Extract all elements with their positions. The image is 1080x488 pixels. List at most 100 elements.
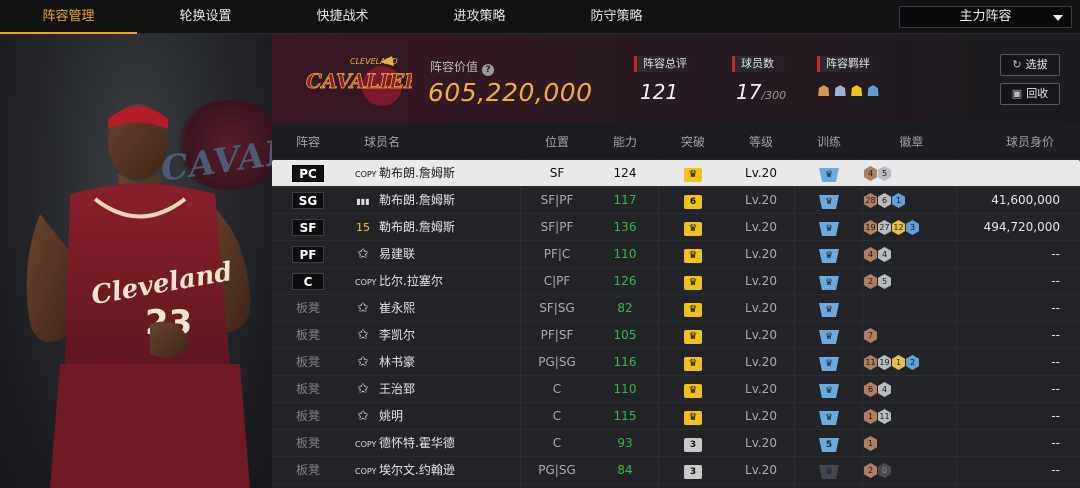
badge-hex-icon[interactable]: 1 xyxy=(892,193,905,208)
player-level: Lv.20 xyxy=(745,247,777,261)
table-row[interactable]: 板凳 ✩ 王治郅 C 110 ♛ Lv.20 ♛ 6 4 -- xyxy=(272,376,1080,403)
badge-hex-icon[interactable]: 0 xyxy=(878,463,891,478)
crown-icon[interactable]: ♛ xyxy=(684,276,702,290)
crown-icon[interactable]: ♛ xyxy=(684,384,702,398)
training-icon[interactable]: ♛ xyxy=(819,195,839,209)
badge-hex-icon[interactable]: 4 xyxy=(878,247,891,262)
player-name[interactable]: 比尔.拉塞尔 xyxy=(379,268,529,295)
badge-hex-icon[interactable]: 4 xyxy=(864,247,877,262)
col-name[interactable]: 球员名 xyxy=(352,133,412,150)
bond-icon[interactable]: ☗ xyxy=(850,82,863,100)
table-row[interactable]: SG ▮▮▮ 勒布朗.詹姆斯 SF|PF 117 6 Lv.20 ♛ 28 6 1 41,600,00… xyxy=(272,187,1080,214)
crown-icon[interactable]: 3 xyxy=(684,438,702,452)
col-breakthrough[interactable]: 突破 xyxy=(660,133,726,150)
bond-icon[interactable]: ☗ xyxy=(817,82,830,100)
training-icon[interactable]: ♛ xyxy=(819,384,839,398)
badge-hex-icon[interactable]: 2 xyxy=(906,355,919,370)
crown-icon[interactable]: 6 xyxy=(684,195,702,209)
badge-hex-icon[interactable]: 12 xyxy=(892,220,905,235)
table-row[interactable]: 板凳 ✩ 李凯尔 PF|SF 105 ♛ Lv.20 ♛ 7 -- xyxy=(272,322,1080,349)
tab-lineup-management[interactable]: 阵容管理 xyxy=(0,0,137,34)
col-training[interactable]: 训练 xyxy=(797,133,861,150)
crown-icon[interactable]: ♛ xyxy=(684,357,702,371)
badge-hex-icon[interactable]: 27 xyxy=(878,220,891,235)
training-icon[interactable]: ♛ xyxy=(819,357,839,371)
badge-hex-icon[interactable]: 1 xyxy=(864,436,877,451)
table-row[interactable]: 板凳 COPY 德怀特.霍华德 C 93 3 Lv.20 5 1 -- xyxy=(272,430,1080,457)
table-row[interactable]: PF ✩ 易建联 PF|C 110 ♛ Lv.20 ♛ 4 4 -- xyxy=(272,241,1080,268)
badge-hex-icon[interactable]: 6 xyxy=(864,382,877,397)
player-name[interactable]: 勒布朗.詹姆斯 xyxy=(379,160,529,187)
player-name[interactable]: 王治郅 xyxy=(379,376,529,403)
help-icon[interactable]: ? xyxy=(482,64,495,76)
player-name[interactable]: 勒布朗.詹姆斯 xyxy=(379,214,529,241)
col-slot[interactable]: 阵容 xyxy=(288,133,328,150)
training-icon[interactable]: ♛ xyxy=(819,276,839,290)
table-row[interactable]: PC COPY 勒布朗.詹姆斯 SF 124 ♛ Lv.20 ♛ 4 5 -- xyxy=(272,160,1080,187)
training-icon[interactable]: ♛ xyxy=(819,222,839,236)
bond-icon[interactable]: ☗ xyxy=(833,82,846,100)
badge-hex-icon[interactable]: 4 xyxy=(878,382,891,397)
training-icon[interactable]: ♛ xyxy=(819,465,839,479)
col-badges[interactable]: 徽章 xyxy=(864,133,959,150)
badge-hex-icon[interactable]: 5 xyxy=(878,274,891,289)
player-name[interactable]: 勒布朗.詹姆斯 xyxy=(379,187,529,214)
player-name[interactable]: 德怀特.霍华德 xyxy=(379,430,529,457)
table-row[interactable]: 板凳 ✩ 林书豪 PG|SG 116 ♛ Lv.20 ♛ 11 19 1 2 -- xyxy=(272,349,1080,376)
col-level[interactable]: 等级 xyxy=(728,133,794,150)
player-name[interactable]: 易建联 xyxy=(379,241,529,268)
badge-hex-icon[interactable]: 3 xyxy=(906,220,919,235)
bond-icons[interactable]: ☗ ☗ ☗ ☗ xyxy=(817,82,891,100)
crown-icon[interactable]: ♛ xyxy=(684,222,702,236)
crown-icon[interactable]: ♛ xyxy=(684,249,702,263)
badge-hex-icon[interactable]: 1 xyxy=(892,355,905,370)
table-row[interactable]: C COPY 比尔.拉塞尔 C|PF 126 ♛ Lv.20 ♛ 2 5 -- xyxy=(272,268,1080,295)
badge-hex-icon[interactable]: 7 xyxy=(864,328,877,343)
recycle-button[interactable]: ▣ 回收 xyxy=(1000,83,1060,105)
player-name[interactable]: 林书豪 xyxy=(379,349,529,376)
training-icon[interactable]: ♛ xyxy=(819,303,839,317)
player-name[interactable]: 李凯尔 xyxy=(379,322,529,349)
table-row[interactable]: 板凳 ✩ 崔永熙 SF|SG 82 ♛ Lv.20 ♛ -- xyxy=(272,295,1080,322)
badge-hex-icon[interactable]: 2 xyxy=(864,274,877,289)
select-button[interactable]: ↻ 选拔 xyxy=(1000,54,1060,76)
badge-hex-icon[interactable]: 28 xyxy=(864,193,877,208)
training-icon[interactable]: ♛ xyxy=(819,330,839,344)
badge-hex-icon[interactable]: 4 xyxy=(864,166,877,181)
badge-hex-icon[interactable]: 1 xyxy=(864,409,877,424)
player-level: Lv.20 xyxy=(745,355,777,369)
tab-offense-strategy[interactable]: 进攻策略 xyxy=(411,0,548,34)
player-name[interactable]: 埃尔文.约翰逊 xyxy=(379,457,529,484)
crown-icon[interactable]: ♛ xyxy=(684,303,702,317)
badge-hex-icon[interactable]: 6 xyxy=(878,193,891,208)
player-position: PG|SG xyxy=(538,355,576,369)
tab-rotation-settings[interactable]: 轮换设置 xyxy=(137,0,274,34)
badge-hex-icon[interactable]: 19 xyxy=(864,220,877,235)
badge-hex-icon[interactable]: 2 xyxy=(864,463,877,478)
col-ability[interactable]: 能力 xyxy=(594,133,656,150)
training-icon[interactable]: 5 xyxy=(819,438,839,452)
player-name[interactable]: 崔永熙 xyxy=(379,295,529,322)
table-row[interactable]: SF 15 勒布朗.詹姆斯 SF|PF 136 ♛ Lv.20 ♛ 19 27 12 3 494,720… xyxy=(272,214,1080,241)
training-icon[interactable]: ♛ xyxy=(819,249,839,263)
crown-icon[interactable]: ♛ xyxy=(684,411,702,425)
crown-icon[interactable]: ♛ xyxy=(684,330,702,344)
crown-icon[interactable]: ♛ xyxy=(684,168,702,182)
table-row[interactable]: 板凳 ✩ 姚明 C 115 ♛ Lv.20 ♛ 1 11 -- xyxy=(272,403,1080,430)
training-cell: ♛ xyxy=(797,241,861,268)
table-row[interactable]: 板凳 COPY 埃尔文.约翰逊 PG|SG 84 3 Lv.20 ♛ 2 0 -- xyxy=(272,457,1080,484)
col-position[interactable]: 位置 xyxy=(522,133,592,150)
badge-hex-icon[interactable]: 11 xyxy=(864,355,877,370)
player-name[interactable]: 姚明 xyxy=(379,403,529,430)
badge-hex-icon[interactable]: 11 xyxy=(878,409,891,424)
tab-defense-strategy[interactable]: 防守策略 xyxy=(548,0,685,34)
lineup-select-dropdown[interactable]: 主力阵容 xyxy=(899,6,1072,28)
training-icon[interactable]: ♛ xyxy=(819,168,839,182)
badge-hex-icon[interactable]: 5 xyxy=(878,166,891,181)
col-value[interactable]: 球员身价 xyxy=(990,133,1070,150)
bond-icon[interactable]: ☗ xyxy=(866,82,879,100)
badge-hex-icon[interactable]: 19 xyxy=(878,355,891,370)
tab-quick-tactics[interactable]: 快捷战术 xyxy=(274,0,411,34)
crown-icon[interactable]: 3 xyxy=(684,465,702,479)
training-icon[interactable]: ♛ xyxy=(819,411,839,425)
